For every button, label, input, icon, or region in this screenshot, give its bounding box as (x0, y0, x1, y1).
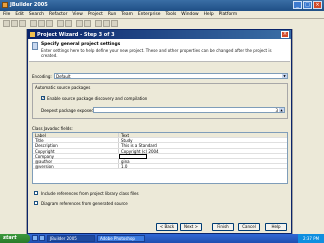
app-titlebar: JBuilder 2005 _ □ × (0, 0, 324, 11)
debug-icon[interactable] (111, 20, 118, 27)
menu-edit[interactable]: Edit (15, 11, 24, 18)
wizard-icon (30, 32, 35, 37)
paste-icon[interactable] (46, 20, 53, 27)
row-label: @version (35, 164, 54, 170)
cut-icon[interactable] (30, 20, 37, 27)
app-title: JBuilder 2005 (10, 2, 48, 8)
finish-button[interactable]: Finish (212, 223, 234, 231)
make-icon[interactable] (95, 20, 102, 27)
save-icon[interactable] (19, 20, 26, 27)
replace-icon[interactable] (84, 20, 91, 27)
menu-platform[interactable]: Platform (219, 11, 238, 18)
enable-discovery-checkbox[interactable]: ✓ (41, 96, 45, 100)
redo-icon[interactable] (65, 20, 72, 27)
menu-team[interactable]: Team (121, 11, 133, 18)
start-button[interactable]: start (0, 234, 30, 243)
close-button[interactable]: × (313, 1, 322, 9)
dialog-title: Project Wizard - Step 3 of 3 (37, 31, 115, 38)
task-jbuilder[interactable]: JBuilder 2005 (47, 235, 95, 242)
include-references-checkbox[interactable] (34, 191, 38, 195)
open-folder-icon[interactable] (11, 20, 18, 27)
taskbar: start JBuilder 2005 Adobe Photoshop 2:37… (0, 234, 324, 243)
javadoc-fields-table: Label Text Title Study Description This … (32, 132, 288, 184)
quick-launch (32, 235, 45, 241)
wizard-step-description: Enter settings here to help define your … (41, 48, 272, 58)
table-row[interactable]: @version 1.0 (33, 164, 287, 170)
copy-icon[interactable] (38, 20, 45, 27)
system-tray-clock: 2:37 PM (298, 234, 324, 243)
class-javadoc-fields-label: Class Javadoc fields: (32, 126, 73, 131)
wizard-banner: Specify general project settings Enter s… (29, 39, 290, 62)
deepest-package-value: 3 (275, 108, 278, 113)
maximize-button[interactable]: □ (303, 1, 312, 9)
auto-source-packages-group: Automatic source packages ✓ Enable sourc… (32, 83, 288, 119)
row-text[interactable]: 1.0 (121, 164, 127, 169)
menu-search[interactable]: Search (29, 11, 44, 18)
minimize-button[interactable]: _ (293, 1, 302, 9)
dialog-close-button[interactable]: × (281, 31, 289, 38)
encoding-value: Default (56, 74, 71, 79)
find-icon[interactable] (76, 20, 83, 27)
right-pane (292, 29, 324, 234)
diagram-references-label: Diagram references from generated source (41, 201, 128, 206)
spinner-arrows-icon[interactable]: ▲ (279, 108, 284, 112)
menu-file[interactable]: File (3, 11, 10, 18)
run-icon[interactable] (103, 20, 110, 27)
desktop-icon[interactable] (32, 235, 38, 241)
help-button[interactable]: Help (265, 223, 287, 231)
jbuilder-app-icon (2, 2, 8, 8)
task-photoshop[interactable]: Adobe Photoshop (97, 235, 145, 242)
window-controls: _ □ × (293, 1, 322, 9)
deepest-package-label: Deepest package exposed: (41, 108, 96, 113)
wizard-step-heading: Specify general project settings (41, 42, 121, 47)
menu-window[interactable]: Window (181, 11, 198, 18)
deepest-package-spinner[interactable]: 3 ▲ (93, 107, 285, 113)
encoding-label: Encoding: (32, 74, 52, 79)
diagram-references-checkbox[interactable] (34, 201, 38, 205)
menu-view[interactable]: View (72, 11, 82, 18)
back-button[interactable]: < Back (156, 223, 178, 231)
menu-enterprise[interactable]: Enterprise (138, 11, 161, 18)
include-references-label: Include references from project library … (41, 191, 139, 196)
menubar: File Edit Search Refactor View Project R… (0, 11, 324, 19)
project-wizard-dialog: Project Wizard - Step 3 of 3 × Specify g… (27, 29, 292, 234)
menu-help[interactable]: Help (204, 11, 214, 18)
new-file-icon[interactable] (3, 20, 10, 27)
browser-icon[interactable] (39, 235, 45, 241)
dialog-titlebar: Project Wizard - Step 3 of 3 × (28, 30, 291, 39)
menu-refactor[interactable]: Refactor (49, 11, 67, 18)
menu-run[interactable]: Run (108, 11, 116, 18)
auto-source-packages-label: Automatic source packages (35, 85, 91, 90)
next-button[interactable]: Next > (180, 223, 202, 231)
undo-icon[interactable] (57, 20, 64, 27)
project-pane (0, 29, 27, 234)
menu-project[interactable]: Project (88, 11, 103, 18)
encoding-select[interactable]: Default ▼ (54, 73, 288, 79)
cancel-button[interactable]: Cancel (238, 223, 260, 231)
chevron-down-icon[interactable]: ▼ (282, 74, 287, 78)
enable-discovery-label: Enable source package discovery and comp… (47, 96, 148, 101)
project-icon (32, 42, 38, 50)
menu-tools[interactable]: Tools (165, 11, 176, 18)
